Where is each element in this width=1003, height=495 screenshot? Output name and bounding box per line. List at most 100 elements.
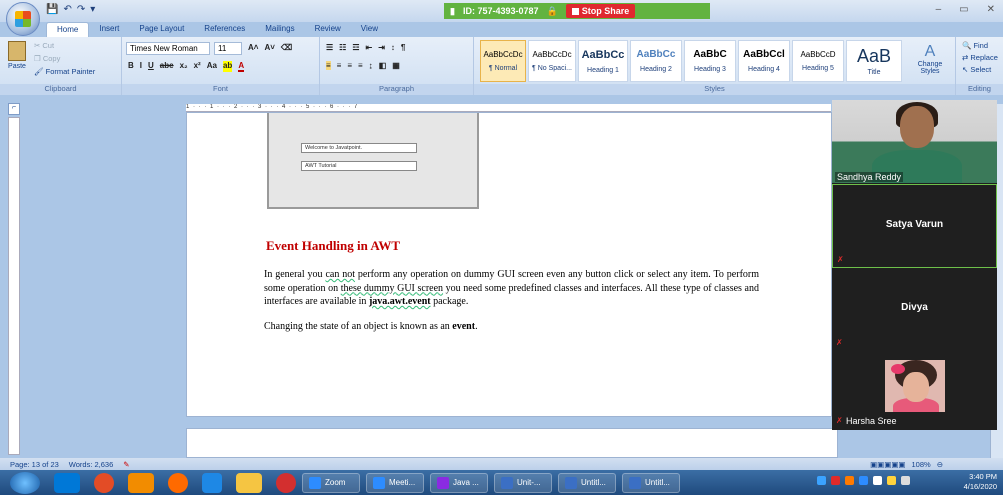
style-no-spacing[interactable]: AaBbCcDc ¶ No Spaci...	[528, 40, 576, 82]
change-styles-button[interactable]: A Change Styles	[910, 43, 950, 75]
clear-formatting-button[interactable]: ⌫	[281, 43, 292, 52]
tab-insert[interactable]: Insert	[89, 22, 129, 38]
copy-button[interactable]: ❐ Copy	[34, 54, 95, 63]
bold-button[interactable]: B	[128, 61, 134, 72]
close-button[interactable]: ✕	[987, 4, 995, 15]
line-spacing-icon[interactable]: ↨	[369, 61, 373, 70]
sort-icon[interactable]: ↕	[391, 43, 395, 52]
tray-icon[interactable]	[887, 476, 896, 485]
underline-button[interactable]: U	[148, 61, 154, 72]
subscript-button[interactable]: x₂	[180, 61, 188, 72]
volume-icon[interactable]	[901, 476, 910, 485]
justify-icon[interactable]: ≡	[358, 61, 363, 70]
horizontal-ruler[interactable]: 1 · · · 1 · · · 2 · · · 3 · · · 4 · · · …	[186, 104, 831, 112]
paste-button[interactable]: Paste	[6, 41, 28, 75]
style-heading-4[interactable]: AaBbCcl Heading 4	[738, 40, 790, 82]
align-left-icon[interactable]: ≡	[326, 61, 331, 70]
highlight-button[interactable]: ab	[222, 61, 233, 72]
tray-icon[interactable]	[831, 476, 840, 485]
firefox-icon[interactable]	[168, 472, 188, 493]
font-size-box[interactable]: 11	[214, 42, 242, 55]
taskbar-untitled-1[interactable]: Untitl...	[558, 472, 616, 493]
find-button[interactable]: 🔍 Find	[962, 41, 998, 50]
taskbar-meeting[interactable]: Meeti...	[366, 472, 424, 493]
proofing-icon[interactable]: ✎	[123, 460, 129, 469]
participant-tile-1[interactable]: Sandhya Reddy	[832, 100, 997, 183]
shading-icon[interactable]: ◧	[379, 61, 387, 70]
shrink-font-button[interactable]: A˅	[264, 43, 274, 52]
style-normal[interactable]: AaBbCcDc ¶ Normal	[480, 40, 526, 82]
customize-qat-icon[interactable]: ▾	[90, 4, 95, 15]
align-right-icon[interactable]: ≡	[347, 61, 352, 70]
page-count[interactable]: Page: 13 of 23	[10, 460, 59, 469]
zoom-out-icon[interactable]: ⊖	[937, 460, 943, 469]
decrease-indent-icon[interactable]: ⇤	[366, 43, 373, 52]
clock[interactable]: 3:40 PM 4/16/2020	[964, 472, 997, 492]
tab-references[interactable]: References	[194, 22, 255, 38]
word-count[interactable]: Words: 2,636	[69, 460, 113, 469]
increase-indent-icon[interactable]: ⇥	[378, 43, 385, 52]
app-f-icon[interactable]	[128, 472, 154, 493]
media-player-icon[interactable]	[54, 472, 80, 493]
format-painter-button[interactable]: 🖌 Format Painter	[34, 67, 95, 76]
superscript-button[interactable]: x²	[194, 61, 201, 72]
align-center-icon[interactable]: ≡	[337, 61, 342, 70]
taskbar-unit[interactable]: Unit-...	[494, 472, 552, 493]
network-icon[interactable]	[873, 476, 882, 485]
tab-home[interactable]: Home	[46, 22, 90, 38]
embedded-screenshot[interactable]: Welcome to Javatpoint. AWT Tutorial	[267, 113, 479, 209]
style-heading-3[interactable]: AaBbC Heading 3	[684, 40, 736, 82]
italic-button[interactable]: I	[140, 61, 142, 72]
multilevel-list-icon[interactable]: ☲	[352, 43, 359, 52]
redo-icon[interactable]: ↷	[77, 4, 85, 15]
chrome-icon[interactable]	[94, 472, 114, 493]
tray-icon[interactable]	[845, 476, 854, 485]
bullets-icon[interactable]: ☰	[326, 43, 333, 52]
document-page[interactable]: Welcome to Javatpoint. AWT Tutorial Even…	[186, 112, 832, 417]
security-icon[interactable]: 🔒	[547, 6, 558, 17]
tab-review[interactable]: Review	[305, 22, 351, 38]
zoom-level[interactable]: 108%	[912, 460, 931, 469]
ruler-toggle-button[interactable]: ⌐	[8, 103, 20, 115]
font-color-button[interactable]: A	[238, 61, 245, 72]
borders-icon[interactable]: ▦	[392, 61, 400, 70]
grow-font-button[interactable]: A˄	[248, 43, 258, 52]
maximize-button[interactable]: ▭	[959, 4, 968, 15]
style-heading-2[interactable]: AaBbCc Heading 2	[630, 40, 682, 82]
tab-page-layout[interactable]: Page Layout	[129, 22, 194, 38]
save-icon[interactable]: 💾	[46, 4, 58, 15]
explorer-icon[interactable]	[236, 472, 262, 493]
view-buttons-icon[interactable]: ▣▣▣▣▣	[870, 460, 905, 469]
show-marks-icon[interactable]: ¶	[401, 43, 405, 52]
tab-mailings[interactable]: Mailings	[255, 22, 304, 38]
taskbar-untitled-2[interactable]: Untitl...	[622, 472, 680, 493]
start-button[interactable]	[10, 471, 40, 494]
office-button[interactable]	[6, 2, 40, 36]
taskbar-zoom[interactable]: Zoom	[302, 472, 360, 493]
font-name-box[interactable]: Times New Roman	[126, 42, 210, 55]
tray-icon[interactable]	[817, 476, 826, 485]
taskbar-java[interactable]: Java ...	[430, 472, 488, 493]
tray-icon[interactable]	[859, 476, 868, 485]
opera-icon[interactable]	[276, 472, 296, 493]
tab-view[interactable]: View	[351, 22, 388, 38]
select-button[interactable]: ↖ Select	[962, 65, 998, 74]
numbering-icon[interactable]: ☷	[339, 43, 346, 52]
next-page[interactable]	[186, 428, 838, 458]
replace-button[interactable]: ⇄ Replace	[962, 53, 998, 62]
style-heading-1[interactable]: AaBbCc Heading 1	[578, 40, 628, 82]
style-title[interactable]: AaB Title	[846, 40, 902, 82]
paste-icon	[8, 41, 26, 61]
ie-icon[interactable]	[202, 472, 222, 493]
participant-tile-2[interactable]: Satya Varun ✗	[832, 184, 997, 268]
minimize-button[interactable]: –	[936, 4, 942, 15]
strikethrough-button[interactable]: abe	[160, 61, 174, 72]
stop-share-button[interactable]: Stop Share	[565, 4, 636, 18]
cut-button[interactable]: ✂ Cut	[34, 41, 95, 50]
vertical-ruler[interactable]	[8, 117, 20, 455]
participant-tile-3[interactable]: Divya ✗	[832, 270, 997, 354]
change-case-button[interactable]: Aa	[207, 61, 217, 72]
style-heading-5[interactable]: AaBbCcD Heading 5	[792, 40, 844, 82]
undo-icon[interactable]: ↶	[63, 4, 71, 15]
participant-tile-4[interactable]: ✗ Harsha Sree	[832, 356, 997, 430]
